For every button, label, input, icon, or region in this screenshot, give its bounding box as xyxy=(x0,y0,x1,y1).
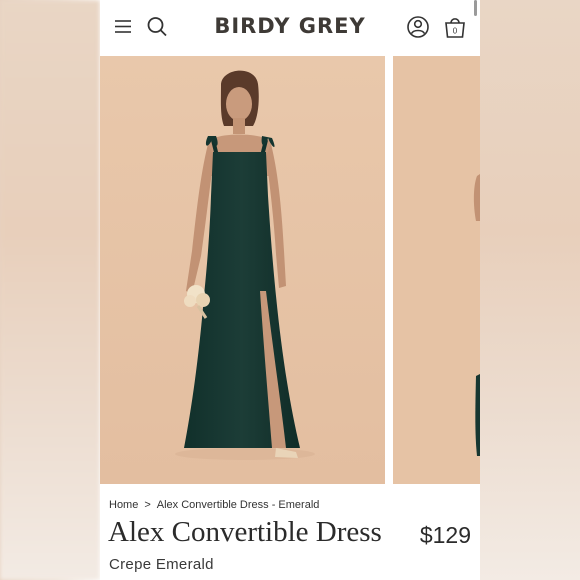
product-photo-next-preview[interactable] xyxy=(393,56,480,484)
scrollbar[interactable] xyxy=(474,0,477,16)
product-page: BIRDY GREY 0 Home > Alex Convertible Dre… xyxy=(100,0,480,580)
account-icon[interactable] xyxy=(405,14,431,40)
breadcrumb-home-link[interactable]: Home xyxy=(109,499,138,511)
site-header: BIRDY GREY 0 xyxy=(100,0,480,56)
breadcrumb-separator: > xyxy=(144,499,151,511)
background-blur-left xyxy=(0,0,100,580)
product-image-gallery[interactable] xyxy=(100,56,480,484)
cart-count: 0 xyxy=(453,27,458,36)
product-title: Alex Convertible Dress xyxy=(108,516,382,548)
background-blur-right xyxy=(480,0,580,580)
breadcrumb: Home > Alex Convertible Dress - Emerald xyxy=(109,499,319,511)
model-wearing-dress-illustration xyxy=(100,56,385,484)
product-photo-main[interactable] xyxy=(100,56,385,484)
bag-icon[interactable]: 0 xyxy=(442,14,468,40)
product-fabric-color: Crepe Emerald xyxy=(109,556,214,573)
product-price: $129 xyxy=(419,522,471,548)
breadcrumb-current: Alex Convertible Dress - Emerald xyxy=(156,499,320,511)
